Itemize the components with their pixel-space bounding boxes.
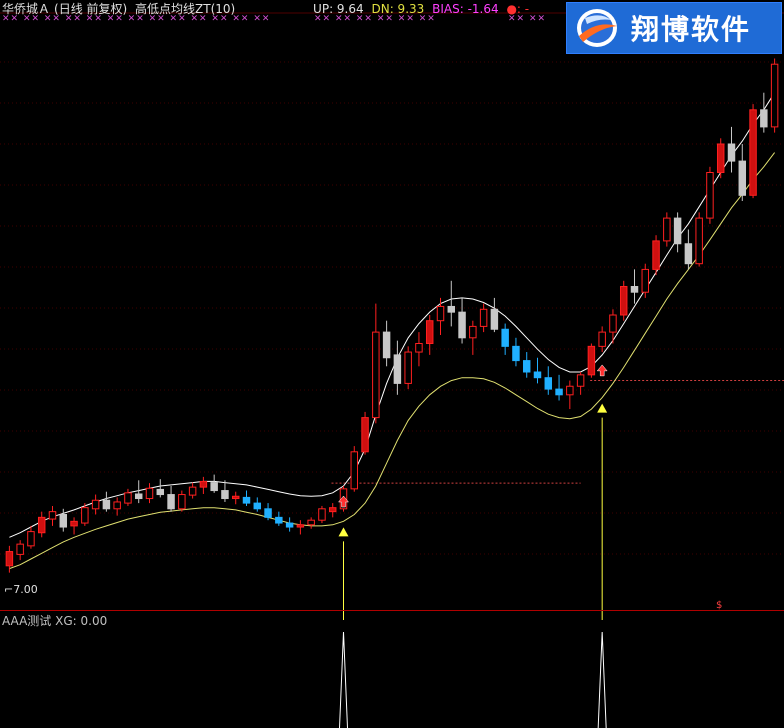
buy-arrow-icon xyxy=(596,364,608,377)
candlestick xyxy=(587,345,596,376)
candlestick xyxy=(490,308,499,330)
candlestick xyxy=(253,502,262,510)
candlestick xyxy=(469,325,477,339)
lower-band-line xyxy=(9,152,775,570)
candlestick xyxy=(59,514,68,528)
candlestick xyxy=(749,109,757,196)
candlestick xyxy=(566,385,574,396)
candlestick xyxy=(684,243,693,265)
candlestick xyxy=(296,524,305,528)
bias-value: BIAS: -1.64 xyxy=(432,2,499,16)
candlestick xyxy=(425,320,434,345)
candlestick xyxy=(641,268,650,293)
candlestick xyxy=(544,377,553,390)
candlestick xyxy=(619,286,628,316)
brand-logo: 翔博软件 xyxy=(566,2,782,54)
candlestick xyxy=(350,451,359,490)
candlestick xyxy=(285,522,294,528)
candlestick xyxy=(37,516,46,534)
logo-text: 翔博软件 xyxy=(631,13,752,46)
candlestick xyxy=(382,331,391,359)
xg-peak xyxy=(339,631,348,728)
xg-value: XG: 0.00 xyxy=(55,614,108,628)
candlestick xyxy=(328,507,337,513)
candlestick xyxy=(81,507,89,524)
signal-arrow-icon xyxy=(338,527,349,537)
cross-markers-left: ✕✕ ✕✕ ✕✕ ✕✕ ✕✕ ✕✕ ✕✕ ✕✕ ✕✕ ✕✕ ✕✕ ✕✕ ✕✕ xyxy=(2,14,271,24)
signal-arrow-icon xyxy=(597,403,608,413)
candlestick xyxy=(48,511,57,520)
candlestick xyxy=(16,543,24,555)
candlestick xyxy=(512,345,520,362)
xg-peak xyxy=(597,631,607,728)
candlestick xyxy=(145,487,154,500)
candlestick xyxy=(479,308,488,327)
candlestick xyxy=(760,109,768,128)
candlestick xyxy=(576,374,585,387)
candlestick xyxy=(264,508,272,518)
candlestick xyxy=(307,519,315,526)
candlestick xyxy=(178,494,186,510)
upper-band-line xyxy=(9,92,776,538)
candlestick xyxy=(727,143,736,162)
candlestick xyxy=(609,314,617,333)
globe-icon xyxy=(577,9,617,47)
panel-separator xyxy=(0,610,784,611)
cross-markers-mid: ✕✕ ✕✕ ✕✕ ✕✕ ✕✕ ✕✕ xyxy=(314,14,436,24)
cross-markers-right: ✕✕ ✕✕ xyxy=(508,14,547,24)
candlestick xyxy=(91,499,100,510)
candlestick xyxy=(210,482,218,492)
candlestick xyxy=(533,371,542,379)
candlestick xyxy=(663,217,671,242)
candlestick xyxy=(458,311,466,339)
candlestick xyxy=(361,417,369,453)
candlestick xyxy=(167,494,175,510)
candlestick xyxy=(673,217,682,245)
candlestick xyxy=(415,343,423,353)
candlestick xyxy=(5,551,14,567)
candlestick xyxy=(436,305,445,322)
low-price-label: ⌐7.00 xyxy=(4,583,38,596)
candlestick xyxy=(124,492,132,504)
candlestick xyxy=(447,305,456,313)
candlestick xyxy=(630,286,639,293)
candlestick xyxy=(372,331,380,419)
candlestick xyxy=(522,360,531,373)
candlestick xyxy=(695,217,703,265)
candlestick xyxy=(404,351,412,384)
candlestick xyxy=(598,331,606,347)
candlestick xyxy=(393,354,402,384)
candlestick xyxy=(716,143,725,173)
candlestick xyxy=(188,486,197,496)
candlestick xyxy=(199,480,208,488)
candlestick xyxy=(102,499,111,510)
candlestick xyxy=(70,520,78,527)
candlestick xyxy=(156,488,165,496)
candlestick xyxy=(221,490,229,500)
candlestick xyxy=(27,531,35,547)
candlestick xyxy=(231,495,240,500)
candlestick xyxy=(652,240,660,270)
sub-panel-title[interactable]: AAA测试 xyxy=(2,614,51,628)
candlestick xyxy=(275,516,283,524)
candlestick xyxy=(738,160,747,196)
candlestick xyxy=(555,388,563,396)
chart-canvas: $ xyxy=(0,12,784,728)
candlestick xyxy=(770,63,779,128)
candlestick xyxy=(501,328,509,347)
sub-panel-header: AAA测试 XG: 0.00 xyxy=(2,612,107,629)
candlestick xyxy=(134,493,143,500)
candlestick xyxy=(113,501,121,510)
candlestick xyxy=(242,496,251,504)
candlestick xyxy=(706,172,714,219)
candlestick xyxy=(318,508,326,521)
